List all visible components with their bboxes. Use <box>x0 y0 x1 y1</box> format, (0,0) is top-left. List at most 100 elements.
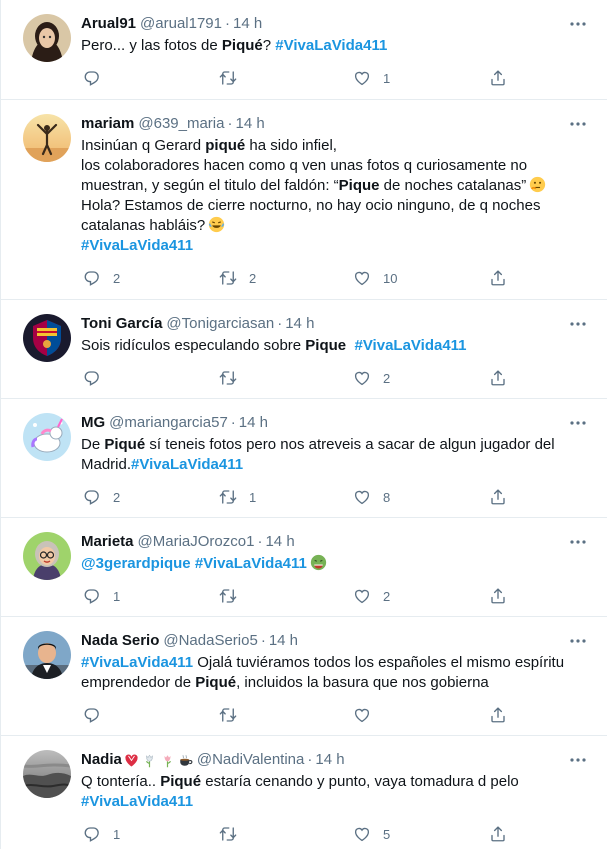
retweet-icon <box>219 488 237 506</box>
hashtag-link[interactable]: #VivaLaVida411 <box>81 654 193 671</box>
author-name[interactable]: mariam <box>81 114 134 134</box>
like-button[interactable]: 2 <box>353 368 390 388</box>
retweet-button[interactable]: 2 <box>219 268 256 288</box>
separator-dot: · <box>260 632 266 649</box>
like-button[interactable]: 5 <box>353 824 390 844</box>
highlight-keyword: Pique <box>338 177 380 194</box>
more-options-icon[interactable] <box>569 532 587 552</box>
tweet[interactable]: MG @mariangarcia57 · 14 h De Piqué sí te… <box>1 399 607 518</box>
tweet[interactable]: Nadia @NadiValentina · 14 h Q tontería..… <box>1 736 607 849</box>
timestamp[interactable]: 14 h <box>235 114 264 134</box>
avatar[interactable] <box>23 114 71 162</box>
separator-dot: · <box>307 751 313 768</box>
author-name[interactable]: Toni García <box>81 314 162 334</box>
author-name[interactable]: MG <box>81 413 105 433</box>
like-button[interactable]: 8 <box>353 487 390 507</box>
hashtag-link[interactable]: #VivaLaVida411 <box>195 555 307 572</box>
avatar[interactable] <box>23 413 71 461</box>
mention-link[interactable]: @3gerardpique <box>81 555 191 572</box>
avatar[interactable] <box>23 750 71 798</box>
avatar[interactable] <box>23 314 71 362</box>
author-handle[interactable]: @MariaJOrozco1 <box>138 532 255 552</box>
author-name[interactable]: Marieta <box>81 532 134 552</box>
text-line: emprendedor de Piqué, incluidos la basur… <box>81 673 571 693</box>
retweet-button[interactable] <box>219 705 249 725</box>
share-button[interactable] <box>489 705 507 725</box>
retweet-button[interactable] <box>219 368 249 388</box>
retweet-icon <box>219 369 237 387</box>
like-count: 1 <box>383 70 391 86</box>
reply-button[interactable]: 2 <box>83 268 120 288</box>
timestamp[interactable]: 14 h <box>285 314 314 334</box>
retweet-button[interactable] <box>219 824 249 844</box>
avatar[interactable] <box>23 14 71 62</box>
avatar[interactable] <box>23 631 71 679</box>
retweet-button[interactable] <box>219 68 249 88</box>
timestamp[interactable]: 14 h <box>269 631 298 651</box>
more-options-icon[interactable] <box>569 750 587 770</box>
share-icon <box>489 706 507 724</box>
share-button[interactable] <box>489 268 507 288</box>
author-handle[interactable]: @mariangarcia57 <box>109 413 228 433</box>
more-options-icon[interactable] <box>569 413 587 433</box>
author-name[interactable]: Nadia <box>81 750 122 770</box>
tweet[interactable]: mariam @639_maria · 14 h Insinúan q Gera… <box>1 100 607 300</box>
text-segment: De <box>81 436 105 453</box>
timestamp[interactable]: 14 h <box>315 750 344 770</box>
author-handle[interactable]: @NadaSerio5 <box>163 631 257 651</box>
hashtag-link[interactable]: #VivaLaVida411 <box>81 237 193 254</box>
like-button[interactable]: 10 <box>353 268 397 288</box>
tweet-text: De Piqué sí teneis fotos pero nos atreve… <box>81 435 591 475</box>
reply-count: 2 <box>113 270 121 286</box>
reply-button[interactable]: 1 <box>83 586 120 606</box>
reply-button[interactable]: 2 <box>83 487 120 507</box>
tweet[interactable]: Nada Serio @NadaSerio5 · 14 h #VivaLaVid… <box>1 617 607 736</box>
more-options-icon[interactable] <box>569 114 587 134</box>
tweet-actions: 2 <box>81 364 591 400</box>
reply-button[interactable]: 1 <box>83 824 120 844</box>
timestamp[interactable]: 14 h <box>265 532 294 552</box>
hashtag-link[interactable]: #VivaLaVida411 <box>131 456 243 473</box>
reply-count: 2 <box>113 489 121 505</box>
author-handle[interactable]: @NadiValentina <box>197 750 305 770</box>
retweet-button[interactable]: 1 <box>219 487 256 507</box>
like-button[interactable]: 1 <box>353 68 390 88</box>
tulip-white-icon <box>145 754 153 767</box>
reply-button[interactable] <box>83 68 113 88</box>
tweet-text: @3gerardpique #VivaLaVida411 <box>81 554 591 574</box>
hashtag-link[interactable]: #VivaLaVida411 <box>275 37 387 54</box>
more-options-icon[interactable] <box>569 314 587 334</box>
timestamp[interactable]: 14 h <box>239 413 268 433</box>
retweet-icon <box>219 825 237 843</box>
hashtag-link[interactable]: #VivaLaVida411 <box>81 793 193 810</box>
text-line: catalanas habláis? <box>81 216 571 236</box>
tweet[interactable]: Arual91 @arual1791 · 14 h Pero... y las … <box>1 0 607 100</box>
share-button[interactable] <box>489 586 507 606</box>
reply-button[interactable] <box>83 368 113 388</box>
avatar[interactable] <box>23 532 71 580</box>
text-segment: Q tontería.. <box>81 773 161 790</box>
share-button[interactable] <box>489 487 507 507</box>
share-button[interactable] <box>489 824 507 844</box>
author-handle[interactable]: @639_maria <box>138 114 224 134</box>
author-name[interactable]: Nada Serio <box>81 631 159 651</box>
reply-button[interactable] <box>83 705 113 725</box>
share-button[interactable] <box>489 68 507 88</box>
author-handle[interactable]: @Tonigarciasan <box>166 314 274 334</box>
more-options-icon[interactable] <box>569 631 587 651</box>
like-button[interactable] <box>353 705 383 725</box>
reply-icon <box>83 587 101 605</box>
like-count: 8 <box>383 489 391 505</box>
author-name[interactable]: Arual91 <box>81 14 136 34</box>
hashtag-link[interactable]: #VivaLaVida411 <box>354 337 466 354</box>
retweet-button[interactable] <box>219 586 249 606</box>
highlight-keyword: piqué <box>205 137 246 154</box>
author-handle[interactable]: @arual1791 <box>140 14 222 34</box>
tweet[interactable]: Toni García @Tonigarciasan · 14 h Sois r… <box>1 300 607 399</box>
more-options-icon[interactable] <box>569 14 587 34</box>
like-button[interactable]: 2 <box>353 586 390 606</box>
text-segment: Sois ridículos especulando sobre <box>81 337 306 354</box>
timestamp[interactable]: 14 h <box>233 14 262 34</box>
share-button[interactable] <box>489 368 507 388</box>
tweet[interactable]: Marieta @MariaJOrozco1 · 14 h @3gerardpi… <box>1 518 607 617</box>
